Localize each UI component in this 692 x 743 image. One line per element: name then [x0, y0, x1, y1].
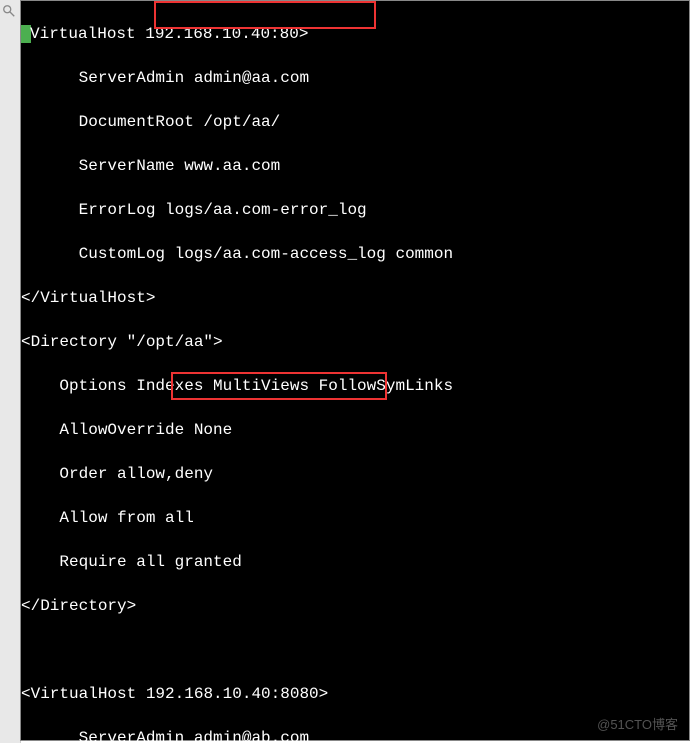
config-line: </VirtualHost> [21, 287, 689, 309]
text: VirtualHost [30, 25, 145, 43]
left-gutter [0, 0, 21, 743]
app-window: VirtualHost 192.168.10.40:80> ServerAdmi… [0, 0, 692, 743]
config-line: ServerName www.aa.com [21, 155, 689, 177]
config-line: </Directory> [21, 595, 689, 617]
config-line: Options Indexes MultiViews FollowSymLink… [21, 375, 689, 397]
text: > [299, 25, 309, 43]
terminal-editor[interactable]: VirtualHost 192.168.10.40:80> ServerAdmi… [20, 0, 690, 741]
text: <VirtualHost [21, 685, 146, 703]
config-line: DocumentRoot /opt/aa/ [21, 111, 689, 133]
config-line: ServerAdmin admin@ab.com [21, 727, 689, 743]
vhost1-address: 192.168.10.40:80 [145, 25, 299, 43]
watermark-text: @51CTO博客 [597, 714, 678, 733]
config-line: ServerAdmin admin@aa.com [21, 67, 689, 89]
blank-line [21, 639, 689, 661]
text: > [319, 685, 329, 703]
config-line: AllowOverride None [21, 419, 689, 441]
config-line: Require all granted [21, 551, 689, 573]
config-line: CustomLog logs/aa.com-access_log common [21, 243, 689, 265]
config-line: Allow from all [21, 507, 689, 529]
search-icon[interactable] [2, 4, 16, 18]
vhost2-address: 192.168.10.40:8080 [146, 685, 319, 703]
config-line: VirtualHost 192.168.10.40:80> [21, 23, 689, 45]
config-line: ErrorLog logs/aa.com-error_log [21, 199, 689, 221]
config-line: Order allow,deny [21, 463, 689, 485]
config-line: <VirtualHost 192.168.10.40:8080> [21, 683, 689, 705]
config-line: <Directory "/opt/aa"> [21, 331, 689, 353]
